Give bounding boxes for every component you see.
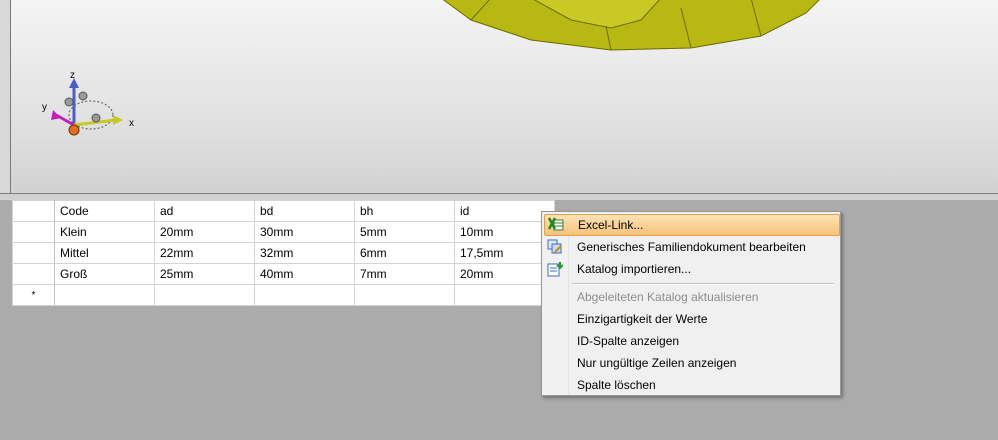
row-header[interactable] bbox=[12, 242, 55, 264]
import-catalog-icon bbox=[547, 262, 563, 277]
table-cell[interactable]: 20mm bbox=[454, 263, 555, 285]
menu-item-label: Nur ungültige Zeilen anzeigen bbox=[577, 356, 737, 370]
3d-viewport[interactable]: z y x bbox=[10, 0, 998, 193]
table-cell[interactable] bbox=[454, 284, 555, 306]
axis-z-label: z bbox=[70, 70, 75, 81]
menu-item-update-derived-catalog[interactable]: Abgeleiteten Katalog aktualisieren bbox=[544, 286, 838, 308]
table-cell[interactable]: 7mm bbox=[354, 263, 455, 285]
column-header[interactable]: Code bbox=[54, 200, 155, 222]
table-cell[interactable]: 40mm bbox=[254, 263, 355, 285]
table-cell[interactable] bbox=[154, 284, 255, 306]
table-cell[interactable]: 10mm bbox=[454, 221, 555, 243]
table-cell[interactable]: 5mm bbox=[354, 221, 455, 243]
menu-item-excel-link[interactable]: Excel-Link... bbox=[544, 214, 840, 236]
axis-y-label: y bbox=[42, 102, 47, 113]
table-cell[interactable] bbox=[254, 284, 355, 306]
table-cell[interactable] bbox=[54, 284, 155, 306]
context-menu: Excel-Link... Generisches Familiendokume… bbox=[541, 211, 841, 396]
table-cell[interactable]: 6mm bbox=[354, 242, 455, 264]
table-cell[interactable]: Groß bbox=[54, 263, 155, 285]
axis-x-label: x bbox=[129, 118, 134, 129]
menu-item-show-invalid-rows[interactable]: Nur ungültige Zeilen anzeigen bbox=[544, 352, 838, 374]
menu-item-label: Einzigartigkeit der Werte bbox=[577, 312, 708, 326]
table-new-row[interactable]: * bbox=[12, 284, 555, 306]
table-panel-left-border bbox=[0, 200, 10, 440]
table-cell[interactable]: 32mm bbox=[254, 242, 355, 264]
table-panel: Code ad bd bh id Klein 20mm 30mm 5mm 10m… bbox=[0, 200, 998, 440]
table-cell[interactable]: 25mm bbox=[154, 263, 255, 285]
table-header-row: Code ad bd bh id bbox=[12, 200, 555, 222]
edit-family-icon bbox=[547, 239, 562, 254]
table-cell[interactable]: Mittel bbox=[54, 242, 155, 264]
column-header[interactable]: bh bbox=[354, 200, 455, 222]
menu-item-label: Excel-Link... bbox=[578, 218, 644, 232]
menu-item-import-catalog[interactable]: Katalog importieren... bbox=[544, 258, 838, 280]
3d-model-part[interactable] bbox=[431, 0, 831, 58]
excel-icon bbox=[548, 217, 564, 231]
menu-item-delete-column[interactable]: Spalte löschen bbox=[544, 374, 838, 396]
column-header[interactable]: bd bbox=[254, 200, 355, 222]
menu-item-label: ID-Spalte anzeigen bbox=[577, 334, 680, 348]
menu-item-show-id-column[interactable]: ID-Spalte anzeigen bbox=[544, 330, 838, 352]
table-cell[interactable]: 22mm bbox=[154, 242, 255, 264]
table-row[interactable]: Groß 25mm 40mm 7mm 20mm bbox=[12, 263, 555, 285]
column-header[interactable]: ad bbox=[154, 200, 255, 222]
menu-item-value-uniqueness[interactable]: Einzigartigkeit der Werte bbox=[544, 308, 838, 330]
row-header[interactable] bbox=[12, 263, 55, 285]
table-cell[interactable]: Klein bbox=[54, 221, 155, 243]
menu-item-label: Spalte löschen bbox=[577, 378, 656, 392]
menu-item-label: Katalog importieren... bbox=[577, 262, 692, 276]
table-row[interactable]: Klein 20mm 30mm 5mm 10mm bbox=[12, 221, 555, 243]
table-cell[interactable]: 30mm bbox=[254, 221, 355, 243]
menu-item-label: Abgeleiteten Katalog aktualisieren bbox=[577, 290, 759, 304]
menu-item-edit-family[interactable]: Generisches Familiendokument bearbeiten bbox=[544, 236, 838, 258]
catalog-table[interactable]: Code ad bd bh id Klein 20mm 30mm 5mm 10m… bbox=[12, 200, 555, 306]
row-header[interactable] bbox=[12, 221, 55, 243]
new-row-marker[interactable]: * bbox=[12, 284, 55, 306]
table-cell[interactable]: 17,5mm bbox=[454, 242, 555, 264]
menu-item-label: Generisches Familiendokument bearbeiten bbox=[577, 240, 806, 254]
table-cell[interactable]: 20mm bbox=[154, 221, 255, 243]
axis-triad-icon[interactable]: z y x bbox=[41, 70, 141, 150]
menu-separator bbox=[572, 283, 834, 285]
table-cell[interactable] bbox=[354, 284, 455, 306]
column-header[interactable]: id bbox=[454, 200, 555, 222]
row-header-corner[interactable] bbox=[12, 200, 55, 222]
table-row[interactable]: Mittel 22mm 32mm 6mm 17,5mm bbox=[12, 242, 555, 264]
